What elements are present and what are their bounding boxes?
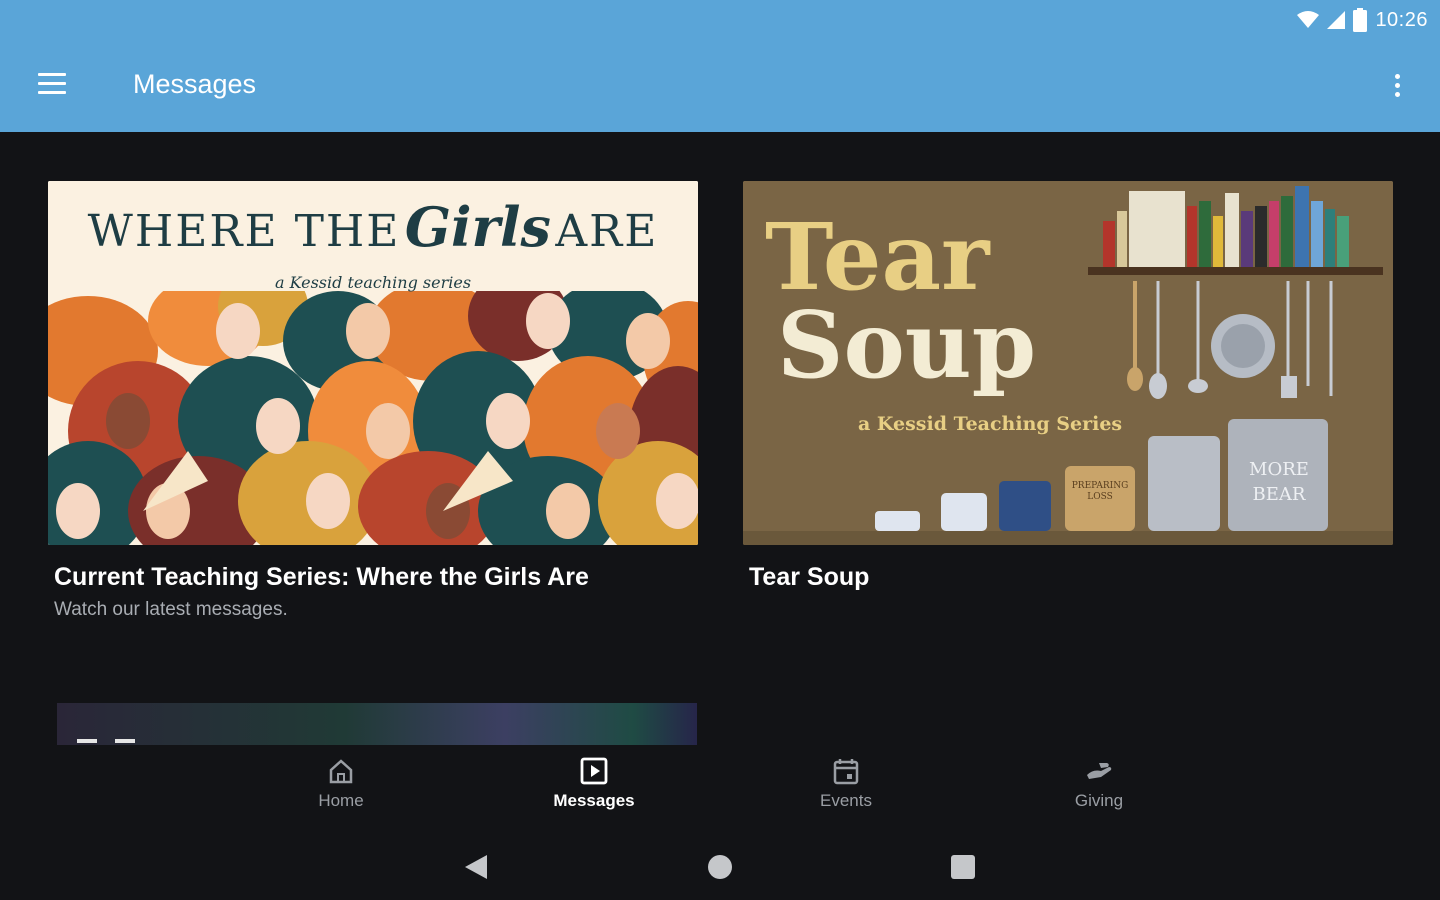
artwork-tagline: a Kessid teaching series (274, 273, 472, 292)
status-bar: 10:26 (0, 0, 1440, 40)
wifi-icon (1297, 11, 1320, 28)
artwork-heading-a: WHERE THE (87, 206, 401, 257)
series-artwork-tear-soup: Tear Soup a Kessid Teaching Series MORE … (743, 181, 1393, 545)
series-artwork-girls: WHERE THE Girls ARE a Kessid teaching se… (48, 181, 698, 545)
nav-label: Events (820, 791, 872, 810)
card-title: Tear Soup (749, 563, 870, 591)
calendar-icon (833, 759, 859, 785)
card-subtitle: Watch our latest messages. (54, 599, 288, 620)
more-vert-icon[interactable] (1386, 68, 1410, 104)
nav-events[interactable]: Events (756, 755, 936, 825)
home-icon (329, 759, 353, 784)
series-card-girls[interactable]: WHERE THE Girls ARE a Kessid teaching se… (48, 181, 698, 631)
bottom-navigation: Home Messages Events Giving (0, 745, 1440, 835)
artwork-heading-b: Girls (404, 195, 551, 259)
artwork-tagline: a Kessid Teaching Series (858, 413, 1123, 435)
back-icon[interactable] (457, 851, 497, 883)
artwork-heading-b: Soup (777, 291, 1037, 399)
pot-label-line-2: BEAR (1252, 484, 1306, 506)
artwork-heading-a: Tear (765, 203, 990, 311)
artwork-fragment (77, 739, 97, 743)
video-icon (580, 757, 608, 785)
nav-messages[interactable]: Messages (504, 755, 684, 825)
nav-home[interactable]: Home (251, 755, 431, 825)
app-title: Messages (133, 69, 257, 99)
cell-signal-icon (1327, 11, 1346, 29)
hamburger-menu-icon[interactable] (36, 70, 72, 102)
artwork-fragment (115, 739, 135, 743)
nav-giving[interactable]: Giving (1009, 755, 1189, 825)
small-pot-label: PREPARING LOSS (1071, 481, 1129, 502)
giving-hand-icon (1087, 763, 1112, 779)
series-card-partial[interactable] (57, 703, 697, 745)
home-circle-icon[interactable] (700, 851, 740, 883)
status-icons: 10:26 (1297, 6, 1428, 34)
pot-label-line-1: MORE (1249, 459, 1309, 480)
nav-label: Giving (1074, 791, 1124, 810)
system-navigation-bar (0, 835, 1440, 900)
card-title: Current Teaching Series: Where the Girls… (54, 563, 589, 591)
nav-label: Messages (553, 791, 635, 810)
series-card-tear-soup[interactable]: Tear Soup a Kessid Teaching Series MORE … (743, 181, 1393, 631)
recents-icon[interactable] (943, 851, 983, 883)
status-time: 10:26 (1375, 8, 1428, 31)
nav-label: Home (318, 791, 364, 810)
pot-label: MORE BEAR (1239, 457, 1319, 507)
app-bar: Messages (0, 40, 1440, 132)
battery-icon (1353, 8, 1368, 32)
artwork-heading-c: ARE (555, 206, 659, 257)
